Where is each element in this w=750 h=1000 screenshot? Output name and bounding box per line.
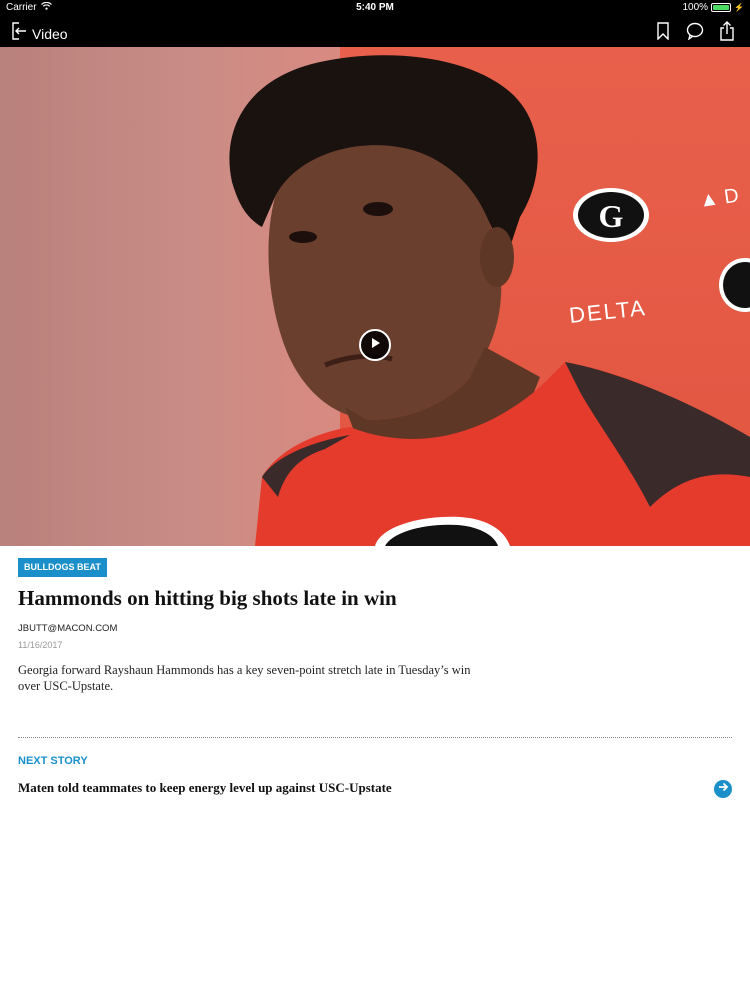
g-logo-1: G [573, 188, 649, 242]
divider [18, 737, 732, 738]
article-summary: Georgia forward Rayshaun Hammonds has a … [18, 663, 471, 693]
article-date: 11/16/2017 [18, 640, 63, 650]
next-story-button[interactable] [714, 780, 732, 798]
charging-icon: ⚡ [734, 3, 744, 12]
nav-bar: Video [0, 16, 750, 47]
status-time: 5:40 PM [356, 2, 394, 13]
play-icon [368, 336, 382, 355]
share-icon[interactable] [718, 21, 736, 41]
status-bar: Carrier 5:40 PM 100% ⚡ [0, 0, 750, 16]
exit-icon [10, 21, 28, 46]
delta-mark-2: DELTA [568, 295, 648, 328]
status-right: 100% ⚡ [682, 2, 744, 13]
video-player[interactable]: G ▲ D DELTA [0, 47, 750, 546]
bookmark-icon[interactable] [654, 21, 672, 41]
nav-actions [654, 21, 736, 41]
article-byline[interactable]: JBUTT@MACON.COM [18, 623, 117, 634]
svg-text:G: G [599, 198, 624, 234]
back-button[interactable]: Video [10, 21, 68, 46]
category-badge[interactable]: BULLDOGS BEAT [18, 558, 107, 577]
battery-icon [711, 3, 732, 12]
comment-icon[interactable] [686, 21, 704, 41]
play-button[interactable] [359, 329, 391, 361]
battery-percent: 100% [682, 2, 709, 13]
g-logo-2 [719, 258, 750, 312]
next-story-title[interactable]: Maten told teammates to keep energy leve… [18, 780, 392, 796]
delta-mark-1: ▲ D [698, 185, 740, 212]
back-label: Video [32, 25, 68, 42]
arrow-right-icon [717, 780, 729, 798]
next-story-label: NEXT STORY [18, 755, 88, 767]
article-headline: Hammonds on hitting big shots late in wi… [18, 586, 397, 610]
video-frame-image: G ▲ D DELTA [229, 55, 750, 546]
